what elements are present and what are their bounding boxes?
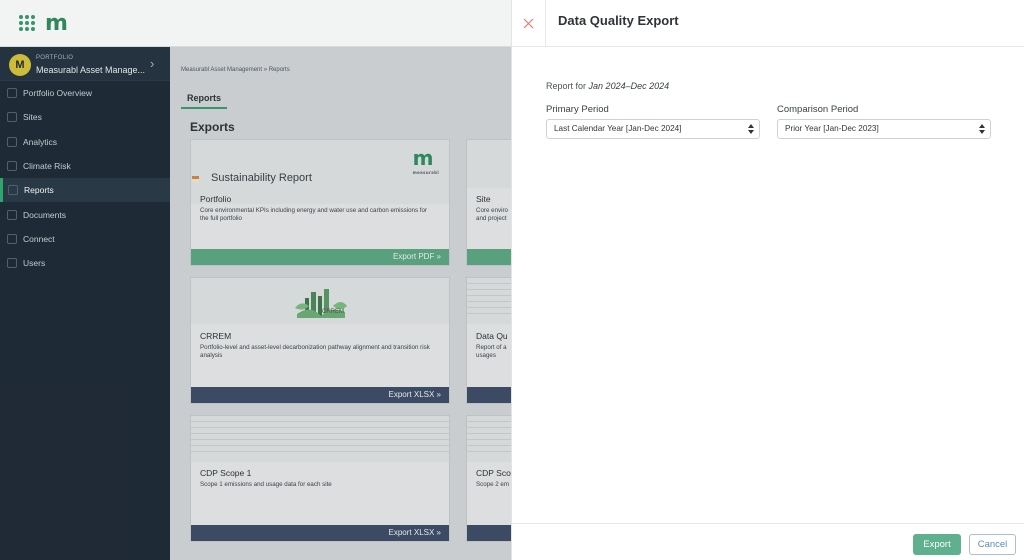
comparison-period-label: Comparison Period bbox=[777, 104, 859, 115]
panel-title: Data Quality Export bbox=[558, 13, 679, 28]
comparison-period-value: Prior Year [Jan-Dec 2023] bbox=[785, 124, 879, 133]
primary-period-value: Last Calendar Year [Jan-Dec 2024] bbox=[554, 124, 682, 133]
primary-period-label: Primary Period bbox=[546, 104, 609, 115]
export-button[interactable]: Export bbox=[913, 534, 961, 555]
report-for-range: Jan 2024–Dec 2024 bbox=[588, 81, 670, 91]
panel-footer: Export Cancel bbox=[512, 523, 1024, 560]
close-icon bbox=[523, 18, 534, 28]
report-for-prefix: Report for bbox=[546, 81, 587, 91]
select-arrows-icon bbox=[979, 124, 985, 134]
close-button[interactable] bbox=[512, 0, 546, 46]
select-arrows-icon bbox=[748, 124, 754, 134]
primary-period-select[interactable]: Last Calendar Year [Jan-Dec 2024] bbox=[546, 119, 760, 139]
report-for-text: Report for Jan 2024–Dec 2024 bbox=[546, 81, 669, 91]
cancel-button[interactable]: Cancel bbox=[969, 534, 1016, 555]
modal-backdrop[interactable] bbox=[0, 0, 511, 560]
panel-header: Data Quality Export bbox=[512, 0, 1024, 47]
comparison-period-select[interactable]: Prior Year [Jan-Dec 2023] bbox=[777, 119, 991, 139]
data-quality-export-panel: Data Quality Export Report for Jan 2024–… bbox=[511, 0, 1024, 560]
